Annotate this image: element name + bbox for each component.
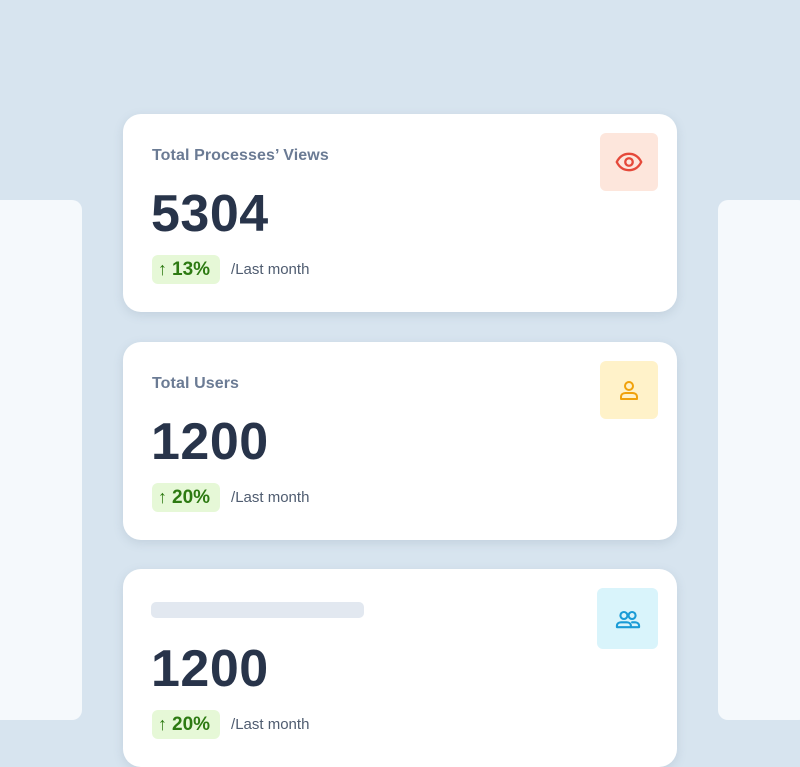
stat-card-value: 1200 (151, 413, 269, 471)
trend-badge: ↑ 20% (152, 710, 221, 739)
left-side-panel (0, 200, 82, 720)
stat-card-total-users: Total Users 1200 ↑ 20% /Last month (123, 342, 677, 540)
user-icon (620, 381, 638, 400)
right-side-panel (718, 200, 800, 720)
arrow-up-icon: ↑ (158, 714, 167, 734)
stat-card-groups: 1200 ↑ 20% /Last month (123, 569, 677, 767)
stat-card-footer: ↑ 13% /Last month (152, 255, 309, 284)
title-skeleton-placeholder (151, 602, 364, 618)
trend-badge: ↑ 20% (152, 483, 221, 512)
trend-value: 20% (172, 486, 211, 508)
eye-icon-box (600, 133, 658, 191)
period-label: /Last month (231, 716, 310, 733)
users-group-icon (615, 610, 640, 628)
arrow-up-icon: ↑ (158, 259, 167, 279)
eye-icon (615, 152, 643, 172)
arrow-up-icon: ↑ (158, 487, 167, 507)
trend-badge: ↑ 13% (152, 255, 221, 284)
period-label: /Last month (231, 489, 310, 506)
stat-card-title: Total Processes’ Views (152, 147, 329, 164)
stat-card-footer: ↑ 20% /Last month (152, 710, 309, 739)
period-label: /Last month (231, 261, 310, 278)
stat-card-process-views: Total Processes’ Views 5304 ↑ 13% /Last … (123, 114, 677, 312)
stat-card-value: 5304 (151, 185, 269, 243)
stat-card-title: Total Users (152, 375, 240, 392)
trend-value: 20% (172, 713, 211, 735)
trend-value: 13% (172, 258, 211, 280)
users-group-icon-box (597, 588, 658, 649)
stat-card-footer: ↑ 20% /Last month (152, 483, 309, 512)
stat-card-value: 1200 (151, 640, 269, 698)
user-icon-box (600, 361, 658, 419)
